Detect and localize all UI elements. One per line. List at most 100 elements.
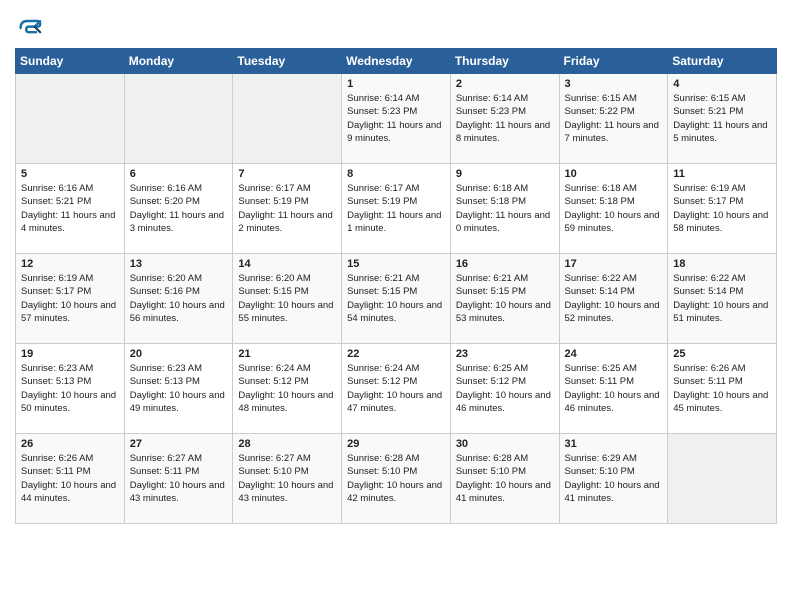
calendar-cell: 22 Sunrise: 6:24 AM Sunset: 5:12 PM Dayli…	[342, 344, 451, 434]
calendar-cell	[233, 74, 342, 164]
calendar-cell: 12 Sunrise: 6:19 AM Sunset: 5:17 PM Dayli…	[16, 254, 125, 344]
day-info: Sunrise: 6:17 AM Sunset: 5:19 PM Dayligh…	[238, 182, 336, 235]
day-number: 27	[130, 438, 228, 450]
calendar-cell: 25 Sunrise: 6:26 AM Sunset: 5:11 PM Dayli…	[668, 344, 777, 434]
day-info: Sunrise: 6:21 AM Sunset: 5:15 PM Dayligh…	[347, 272, 445, 325]
calendar-cell: 16Sunrise: 6:21 AM Sunset: 5:15 PM Dayli…	[450, 254, 559, 344]
day-number: 1	[347, 78, 445, 90]
day-number: 23	[456, 348, 554, 360]
day-info: Sunrise: 6:15 AM Sunset: 5:22 PM Dayligh…	[565, 92, 663, 145]
page-header	[15, 10, 777, 42]
day-info: Sunrise: 6:17 AM Sunset: 5:19 PM Dayligh…	[347, 182, 445, 235]
logo-icon	[15, 14, 43, 42]
calendar-cell: 2 Sunrise: 6:14 AM Sunset: 5:23 PM Daylig…	[450, 74, 559, 164]
day-number: 17	[565, 258, 663, 270]
day-info: Sunrise: 6:19 AM Sunset: 5:17 PM Dayligh…	[673, 182, 771, 235]
day-info: Sunrise: 6:16 AM Sunset: 5:21 PM Dayligh…	[21, 182, 119, 235]
day-number: 2	[456, 78, 554, 90]
day-info: Sunrise: 6:28 AM Sunset: 5:10 PM Dayligh…	[456, 452, 554, 505]
day-info: Sunrise: 6:20 AM Sunset: 5:16 PM Dayligh…	[130, 272, 228, 325]
header-cell-sunday: Sunday	[16, 49, 125, 74]
calendar-cell: 26 Sunrise: 6:26 AM Sunset: 5:11 PM Dayli…	[16, 434, 125, 524]
day-info: Sunrise: 6:23 AM Sunset: 5:13 PM Dayligh…	[21, 362, 119, 415]
day-info: Sunrise: 6:25 AM Sunset: 5:12 PM Dayligh…	[456, 362, 554, 415]
calendar-cell: 9 Sunrise: 6:18 AM Sunset: 5:18 PM Daylig…	[450, 164, 559, 254]
calendar-cell: 13 Sunrise: 6:20 AM Sunset: 5:16 PM Dayli…	[124, 254, 233, 344]
header-cell-monday: Monday	[124, 49, 233, 74]
day-number: 6	[130, 168, 228, 180]
day-info: Sunrise: 6:24 AM Sunset: 5:12 PM Dayligh…	[347, 362, 445, 415]
calendar-cell: 15 Sunrise: 6:21 AM Sunset: 5:15 PM Dayli…	[342, 254, 451, 344]
calendar-cell: 29Sunrise: 6:28 AM Sunset: 5:10 PM Dayli…	[342, 434, 451, 524]
calendar-cell: 19Sunrise: 6:23 AM Sunset: 5:13 PM Dayli…	[16, 344, 125, 434]
week-row-3: 12 Sunrise: 6:19 AM Sunset: 5:17 PM Dayli…	[16, 254, 777, 344]
calendar-cell: 10Sunrise: 6:18 AM Sunset: 5:18 PM Dayli…	[559, 164, 668, 254]
day-info: Sunrise: 6:18 AM Sunset: 5:18 PM Dayligh…	[565, 182, 663, 235]
calendar-cell: 3 Sunrise: 6:15 AM Sunset: 5:22 PM Daylig…	[559, 74, 668, 164]
header-cell-saturday: Saturday	[668, 49, 777, 74]
day-info: Sunrise: 6:25 AM Sunset: 5:11 PM Dayligh…	[565, 362, 663, 415]
calendar-cell: 30 Sunrise: 6:28 AM Sunset: 5:10 PM Dayli…	[450, 434, 559, 524]
day-info: Sunrise: 6:19 AM Sunset: 5:17 PM Dayligh…	[21, 272, 119, 325]
calendar-cell: 7 Sunrise: 6:17 AM Sunset: 5:19 PM Daylig…	[233, 164, 342, 254]
calendar-cell: 14Sunrise: 6:20 AM Sunset: 5:15 PM Dayli…	[233, 254, 342, 344]
calendar-cell: 28 Sunrise: 6:27 AM Sunset: 5:10 PM Dayli…	[233, 434, 342, 524]
calendar-cell	[16, 74, 125, 164]
day-info: Sunrise: 6:14 AM Sunset: 5:23 PM Dayligh…	[347, 92, 445, 145]
calendar-cell: 21Sunrise: 6:24 AM Sunset: 5:12 PM Dayli…	[233, 344, 342, 434]
day-number: 4	[673, 78, 771, 90]
calendar-cell: 8 Sunrise: 6:17 AM Sunset: 5:19 PM Daylig…	[342, 164, 451, 254]
calendar-cell: 1 Sunrise: 6:14 AM Sunset: 5:23 PM Daylig…	[342, 74, 451, 164]
calendar-header: SundayMondayTuesdayWednesdayThursdayFrid…	[16, 49, 777, 74]
day-number: 14	[238, 258, 336, 270]
day-number: 26	[21, 438, 119, 450]
day-number: 12	[21, 258, 119, 270]
calendar-body: 1 Sunrise: 6:14 AM Sunset: 5:23 PM Daylig…	[16, 74, 777, 524]
day-number: 8	[347, 168, 445, 180]
day-number: 15	[347, 258, 445, 270]
week-row-4: 19Sunrise: 6:23 AM Sunset: 5:13 PM Dayli…	[16, 344, 777, 434]
day-number: 7	[238, 168, 336, 180]
calendar-cell: 31 Sunrise: 6:29 AM Sunset: 5:10 PM Dayli…	[559, 434, 668, 524]
day-number: 25	[673, 348, 771, 360]
day-info: Sunrise: 6:15 AM Sunset: 5:21 PM Dayligh…	[673, 92, 771, 145]
day-info: Sunrise: 6:16 AM Sunset: 5:20 PM Dayligh…	[130, 182, 228, 235]
day-info: Sunrise: 6:24 AM Sunset: 5:12 PM Dayligh…	[238, 362, 336, 415]
header-cell-wednesday: Wednesday	[342, 49, 451, 74]
day-number: 30	[456, 438, 554, 450]
day-number: 24	[565, 348, 663, 360]
calendar-cell: 17Sunrise: 6:22 AM Sunset: 5:14 PM Dayli…	[559, 254, 668, 344]
calendar-cell: 20 Sunrise: 6:23 AM Sunset: 5:13 PM Dayli…	[124, 344, 233, 434]
day-info: Sunrise: 6:29 AM Sunset: 5:10 PM Dayligh…	[565, 452, 663, 505]
calendar-cell	[668, 434, 777, 524]
calendar-cell: 23 Sunrise: 6:25 AM Sunset: 5:12 PM Dayli…	[450, 344, 559, 434]
day-number: 16	[456, 258, 554, 270]
day-info: Sunrise: 6:27 AM Sunset: 5:10 PM Dayligh…	[238, 452, 336, 505]
day-info: Sunrise: 6:27 AM Sunset: 5:11 PM Dayligh…	[130, 452, 228, 505]
week-row-5: 26 Sunrise: 6:26 AM Sunset: 5:11 PM Dayli…	[16, 434, 777, 524]
day-number: 11	[673, 168, 771, 180]
calendar-cell: 24 Sunrise: 6:25 AM Sunset: 5:11 PM Dayli…	[559, 344, 668, 434]
day-number: 29	[347, 438, 445, 450]
day-number: 5	[21, 168, 119, 180]
day-number: 20	[130, 348, 228, 360]
calendar-cell: 5 Sunrise: 6:16 AM Sunset: 5:21 PM Daylig…	[16, 164, 125, 254]
calendar-table: SundayMondayTuesdayWednesdayThursdayFrid…	[15, 48, 777, 524]
day-number: 28	[238, 438, 336, 450]
day-number: 3	[565, 78, 663, 90]
day-info: Sunrise: 6:22 AM Sunset: 5:14 PM Dayligh…	[673, 272, 771, 325]
header-row: SundayMondayTuesdayWednesdayThursdayFrid…	[16, 49, 777, 74]
day-number: 31	[565, 438, 663, 450]
calendar-cell: 27 Sunrise: 6:27 AM Sunset: 5:11 PM Dayli…	[124, 434, 233, 524]
day-info: Sunrise: 6:26 AM Sunset: 5:11 PM Dayligh…	[673, 362, 771, 415]
day-info: Sunrise: 6:26 AM Sunset: 5:11 PM Dayligh…	[21, 452, 119, 505]
day-number: 22	[347, 348, 445, 360]
day-number: 13	[130, 258, 228, 270]
day-info: Sunrise: 6:14 AM Sunset: 5:23 PM Dayligh…	[456, 92, 554, 145]
header-cell-friday: Friday	[559, 49, 668, 74]
week-row-1: 1 Sunrise: 6:14 AM Sunset: 5:23 PM Daylig…	[16, 74, 777, 164]
day-info: Sunrise: 6:18 AM Sunset: 5:18 PM Dayligh…	[456, 182, 554, 235]
day-number: 9	[456, 168, 554, 180]
header-cell-thursday: Thursday	[450, 49, 559, 74]
day-info: Sunrise: 6:23 AM Sunset: 5:13 PM Dayligh…	[130, 362, 228, 415]
